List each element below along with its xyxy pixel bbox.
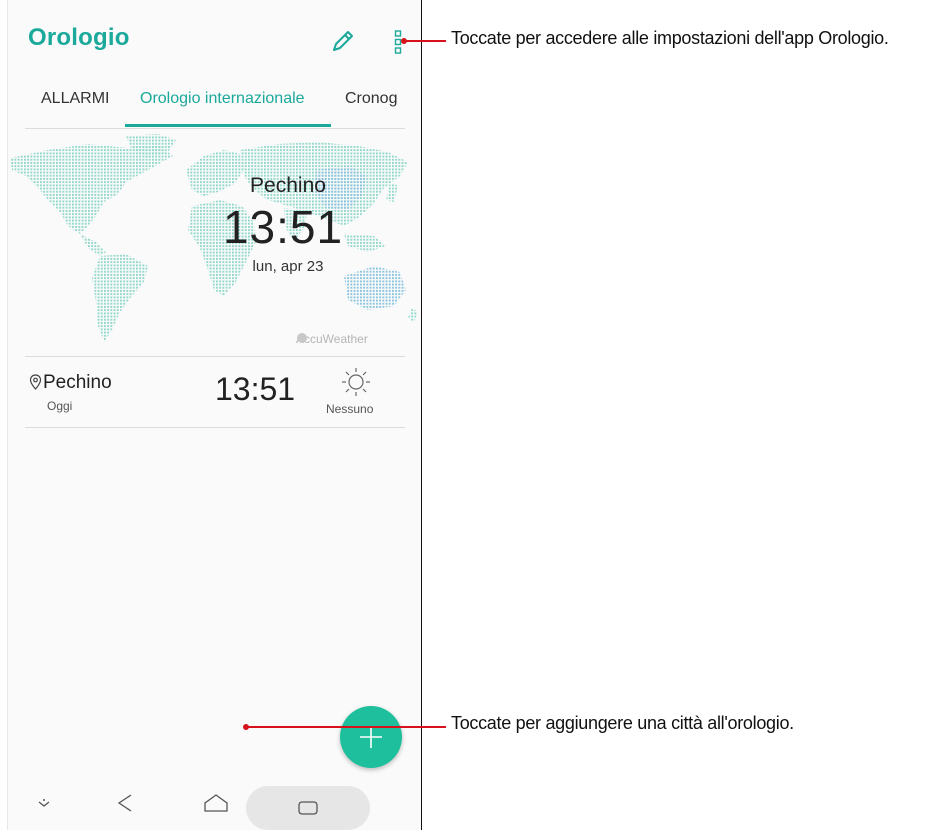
app-bar: Orologio <box>8 0 421 80</box>
nav-home-button[interactable] <box>202 790 230 816</box>
nav-back-button[interactable] <box>112 790 138 816</box>
clock-time-label: 13:51 <box>215 371 296 407</box>
chevron-down-icon <box>38 799 50 807</box>
tab-allarmi[interactable]: ALLARMI <box>41 90 109 108</box>
tab-bar: ALLARMI Orologio internazionale Cronog <box>25 82 405 129</box>
tab-selected-indicator <box>125 124 331 127</box>
callout-settings: Toccate per accedere alle impostazioni d… <box>451 28 889 48</box>
recent-apps-icon <box>298 801 318 815</box>
map-time-label: 13:51 <box>222 201 344 253</box>
clock-day-label: Oggi <box>47 399 73 413</box>
weather-label: Nessuno <box>326 402 374 416</box>
phone-screen: Orologio ALLARMI Orologio internazionale… <box>7 0 422 830</box>
callout-line-settings <box>404 40 446 42</box>
clock-city-label: Pechino <box>43 372 112 393</box>
nav-hide-button[interactable] <box>32 792 56 816</box>
callout-line-add-city <box>246 726 446 728</box>
sun-icon <box>342 368 370 396</box>
pencil-icon <box>333 31 353 51</box>
tab-orologio-internazionale[interactable]: Orologio internazionale <box>140 90 305 108</box>
map-date-label: lun, apr 23 <box>252 258 324 275</box>
world-map: Pechino 13:51 lun, apr 23 AccuWeather <box>8 130 421 354</box>
callout-add-city: Toccate per aggiungere una città all'oro… <box>451 713 794 733</box>
clock-list-item[interactable]: Pechino Oggi 13:51 Nessuno <box>25 357 405 428</box>
add-city-button[interactable] <box>340 706 402 768</box>
tab-cronometro[interactable]: Cronog <box>345 90 397 108</box>
edit-button[interactable] <box>326 26 358 58</box>
back-icon <box>117 794 132 812</box>
app-title: Orologio <box>28 24 130 51</box>
sun-small-icon <box>297 333 307 343</box>
map-city-label: Pechino <box>250 174 326 197</box>
nav-recent-apps-button[interactable] <box>246 786 370 830</box>
home-icon <box>204 794 228 812</box>
navigation-bar <box>8 780 421 830</box>
location-pin-icon <box>29 374 42 390</box>
accuweather-logo: AccuWeather <box>296 332 368 346</box>
